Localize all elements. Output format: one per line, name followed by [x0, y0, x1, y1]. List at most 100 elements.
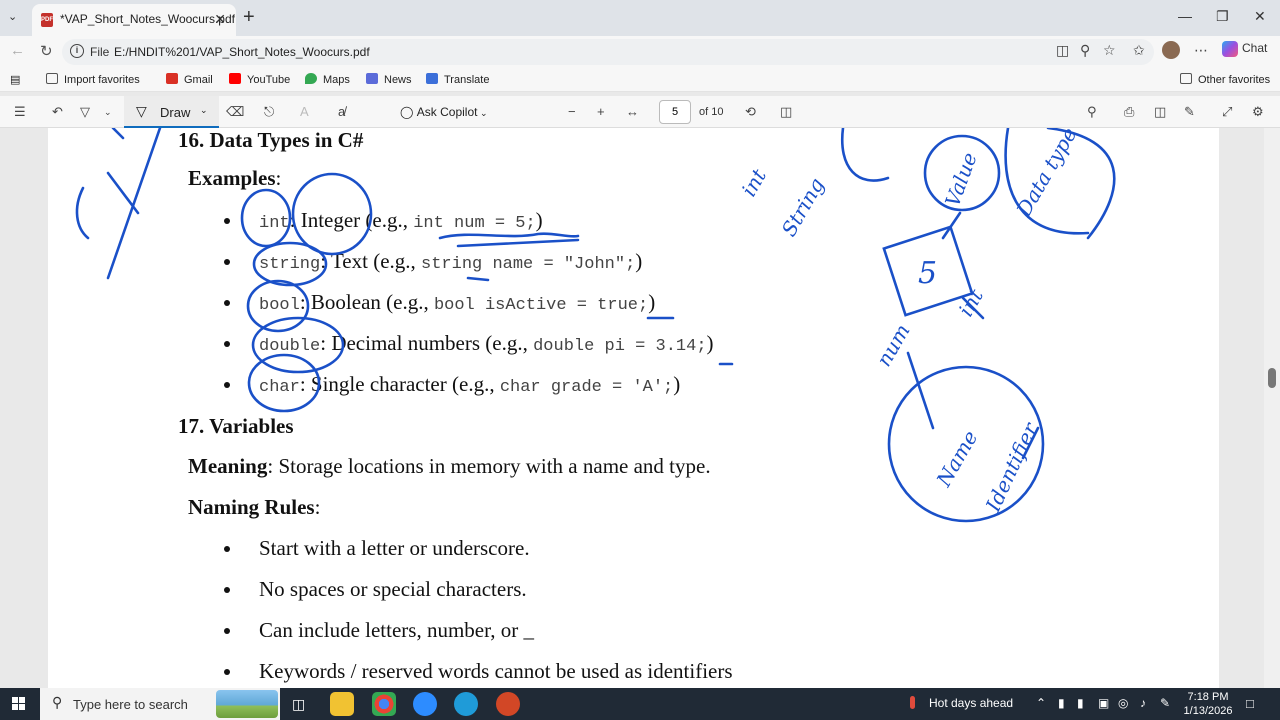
favorites-bar: ▤ Import favorites Gmail YouTube Maps Ne…: [0, 68, 1280, 92]
draw-pen-icon: ▽: [136, 103, 147, 119]
save-as-icon[interactable]: ✎: [1184, 104, 1195, 120]
battery-icon[interactable]: ▮: [1077, 696, 1084, 710]
news-icon: [366, 73, 378, 84]
weather-widget[interactable]: Hot days ahead: [910, 696, 1013, 710]
pdf-page[interactable]: 16. Data Types in C# Examples: int: Inte…: [48, 128, 1219, 688]
draw-chevron-icon: ⌄: [200, 105, 208, 115]
tab-active[interactable]: PDF *VAP_Short_Notes_Woocurs.pdf ✕: [32, 4, 236, 36]
search-icon: ⚲: [52, 694, 63, 710]
zoom-icon[interactable]: ⚲: [1080, 42, 1090, 59]
minimize-icon[interactable]: —: [1178, 8, 1192, 24]
save-icon[interactable]: ◫: [1154, 104, 1166, 120]
settings-icon[interactable]: ⚙: [1252, 104, 1264, 120]
highlight-chevron-icon[interactable]: ⌄: [104, 107, 112, 118]
fav-translate[interactable]: Translate: [426, 73, 489, 86]
ink-underline: [466, 276, 490, 282]
ink-word: num: [872, 320, 915, 371]
thermometer-icon: [910, 696, 915, 709]
ink-stroke: [106, 128, 162, 280]
chrome-icon[interactable]: [372, 692, 396, 716]
page-number-input[interactable]: 5: [659, 100, 691, 124]
taskbar-clock[interactable]: 7:18 PM 1/13/2026: [1180, 690, 1236, 718]
info-icon[interactable]: i: [70, 44, 84, 58]
power-icon[interactable]: ▣: [1098, 696, 1109, 710]
ink-word: Data type: [1011, 128, 1081, 221]
powerpoint-icon[interactable]: [496, 692, 520, 716]
url-text[interactable]: E:/HNDIT%201/VAP_Short_Notes_Woocurs.pdf: [114, 45, 370, 59]
edge-icon[interactable]: [454, 692, 478, 716]
address-scheme-label: File: [90, 45, 110, 59]
copilot-chat-button[interactable]: Chat: [1222, 41, 1267, 57]
new-tab-icon[interactable]: +: [243, 6, 255, 29]
address-bar[interactable]: i File E:/HNDIT%201/VAP_Short_Notes_Wooc…: [62, 39, 1154, 65]
ink-underline: [438, 232, 580, 240]
contents-icon[interactable]: ☰: [14, 104, 26, 120]
fav-youtube[interactable]: YouTube: [229, 73, 290, 86]
page-view-icon[interactable]: ◫: [780, 104, 792, 120]
refresh-icon[interactable]: ↻: [40, 42, 53, 60]
fullscreen-icon[interactable]: ⤢: [1222, 104, 1232, 120]
pen-icon[interactable]: ✎: [1160, 696, 1170, 710]
ask-copilot-button[interactable]: ◯ Ask Copilot ⌄: [400, 105, 488, 119]
other-favorites-label: Other favorites: [1198, 74, 1271, 86]
file-explorer-icon[interactable]: [330, 692, 354, 716]
back-icon[interactable]: ←: [10, 42, 25, 59]
page-scrollbar[interactable]: [1264, 128, 1280, 688]
fav-label: News: [384, 74, 412, 86]
ink-stroke: [75, 186, 90, 240]
read-aloud-page-icon[interactable]: a̸: [338, 104, 345, 119]
ink-annotations: int String 5 int num Value Data type Nam…: [75, 128, 1116, 523]
eraser-icon[interactable]: ⌫: [226, 104, 244, 120]
fav-gmail[interactable]: Gmail: [166, 73, 213, 86]
more-options-icon[interactable]: ⋯: [1194, 42, 1208, 59]
undo-icon[interactable]: ↶: [52, 104, 63, 120]
fav-maps[interactable]: Maps: [305, 73, 350, 86]
read-aloud-icon[interactable]: ◫: [1056, 42, 1069, 59]
volume-icon[interactable]: ♪: [1140, 696, 1146, 710]
ink-word: Name: [931, 426, 982, 491]
ink-stroke: [111, 128, 125, 140]
scrollbar-thumb[interactable]: [1268, 368, 1276, 388]
task-view-icon[interactable]: ◫: [292, 696, 305, 713]
window-close-icon[interactable]: ✕: [1254, 8, 1266, 25]
microphone-icon[interactable]: ▮: [1058, 696, 1065, 710]
draw-label: Draw: [160, 105, 191, 120]
pdf-icon: PDF: [41, 13, 53, 27]
ink-circle-integer: [291, 172, 373, 256]
zoom-out-icon[interactable]: −: [568, 104, 576, 119]
search-pdf-icon[interactable]: ⚲: [1087, 104, 1097, 120]
tray-chevron-icon[interactable]: ⌃: [1036, 696, 1046, 710]
windows-start-icon[interactable]: [12, 697, 26, 711]
other-favorites[interactable]: Other favorites: [1180, 73, 1270, 86]
close-tab-icon[interactable]: ✕: [214, 11, 226, 28]
rotate-icon[interactable]: ⟲: [745, 104, 756, 120]
wifi-icon[interactable]: ◎: [1118, 696, 1128, 710]
text-box-icon[interactable]: ⎋: [264, 104, 274, 120]
print-icon[interactable]: ⎙: [1124, 104, 1134, 120]
taskbar-search[interactable]: ⚲ Type here to search: [40, 688, 280, 720]
highlight-icon[interactable]: ▽: [80, 104, 90, 120]
fav-label: Maps: [323, 74, 350, 86]
maps-icon: [305, 73, 317, 84]
tab-actions-chevron-icon[interactable]: ⌄: [8, 10, 17, 23]
favorites-icon[interactable]: ✩: [1133, 42, 1145, 59]
search-highlight-image: [216, 690, 278, 718]
fav-import-favorites[interactable]: Import favorites: [46, 73, 140, 86]
zoom-in-icon[interactable]: +: [597, 104, 605, 119]
favorite-star-icon[interactable]: ☆: [1103, 42, 1116, 59]
favorites-bar-icon: ▤: [10, 74, 21, 86]
fav-label: YouTube: [247, 74, 291, 86]
clock-time: 7:18 PM: [1187, 691, 1229, 703]
draw-button[interactable]: ▽ Draw ⌄: [124, 96, 219, 128]
text-format-icon[interactable]: A: [300, 104, 309, 119]
maximize-icon[interactable]: ❐: [1216, 8, 1229, 25]
weather-text: Hot days ahead: [929, 696, 1014, 710]
ink-circle-bool: [246, 279, 310, 333]
page-total: of 10: [699, 106, 724, 118]
profile-avatar[interactable]: [1162, 41, 1180, 59]
copilot-icon: [1222, 41, 1238, 57]
fit-width-icon[interactable]: ↔: [626, 104, 639, 119]
fav-news[interactable]: News: [366, 73, 412, 86]
zoom-app-icon[interactable]: [413, 692, 437, 716]
notifications-icon[interactable]: □: [1246, 696, 1254, 711]
